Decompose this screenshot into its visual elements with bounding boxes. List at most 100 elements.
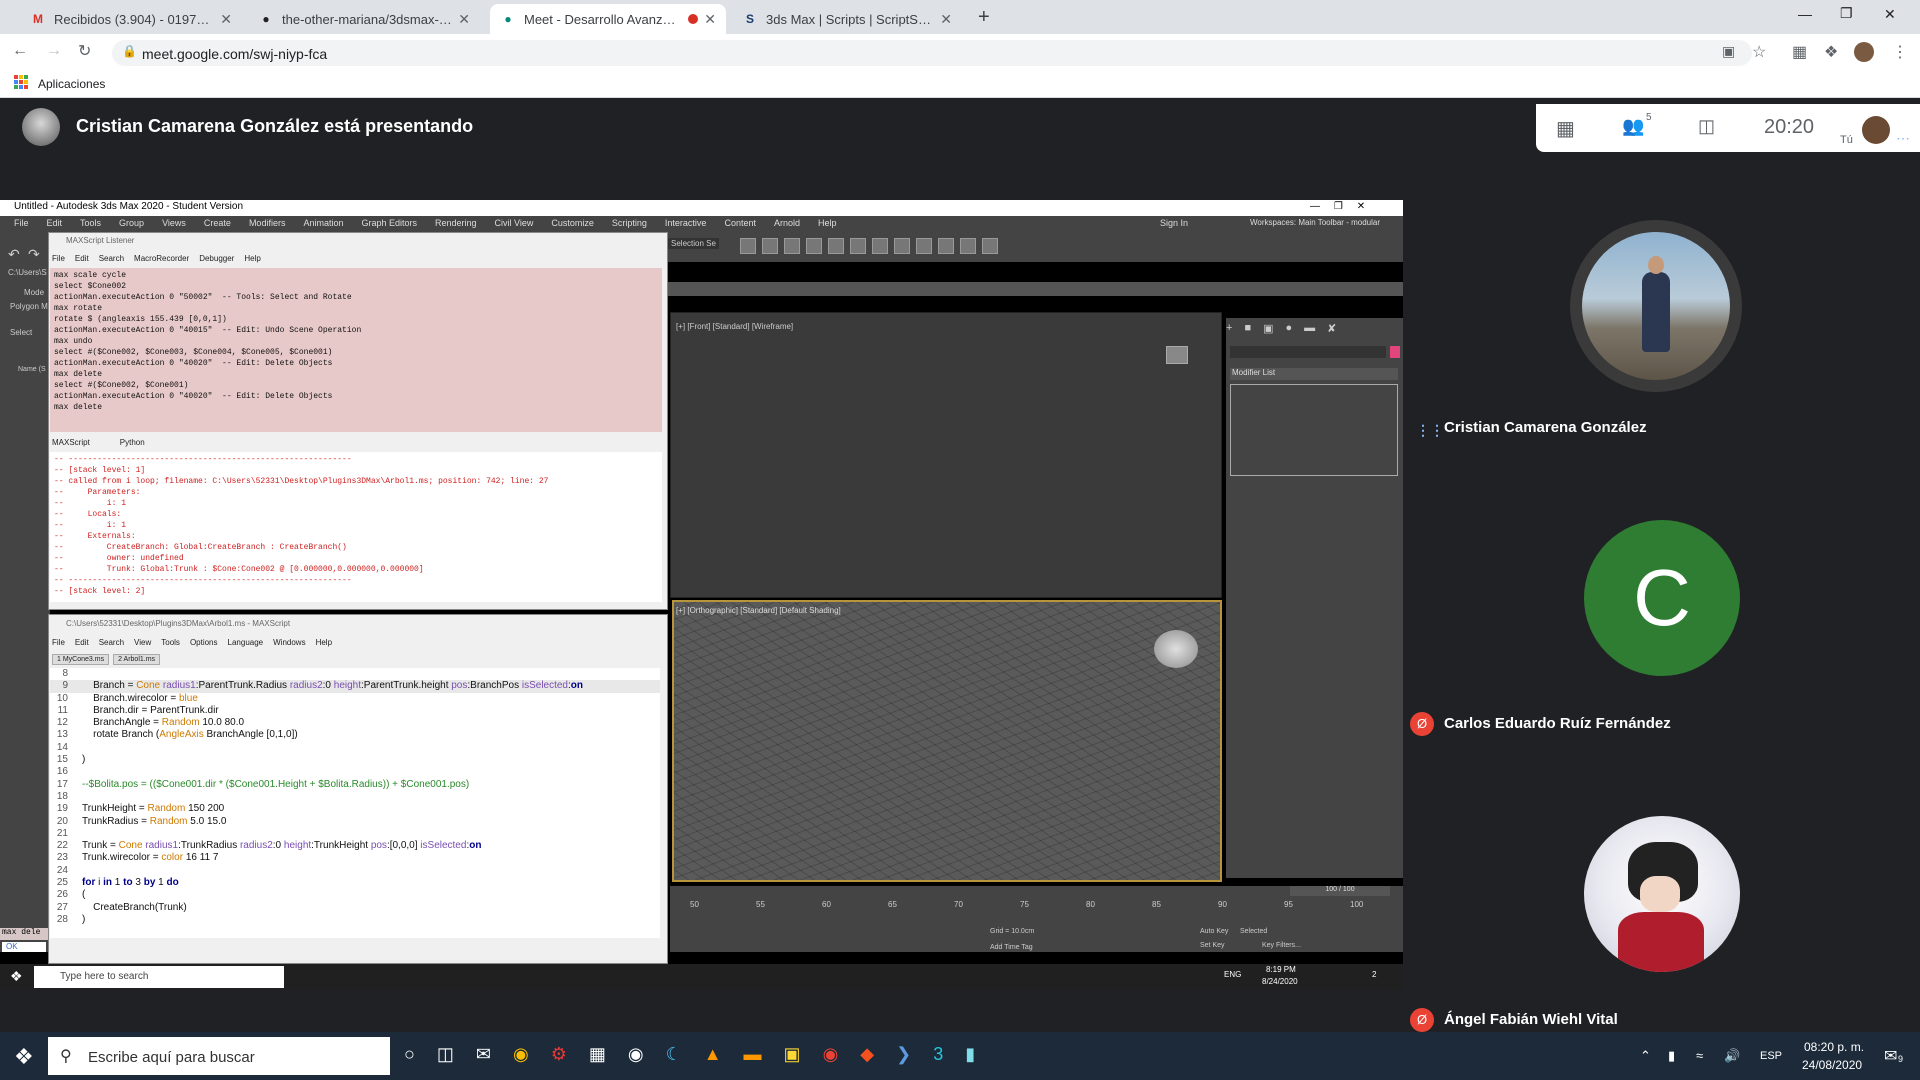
code-line[interactable]: 17 --$Bolita.pos = (($Cone001.dir * ($Con… bbox=[50, 779, 660, 791]
camera-icon[interactable]: ▣ bbox=[1722, 43, 1735, 60]
code-line[interactable]: 23 Trunk.wirecolor = color 16 11 7 bbox=[50, 852, 660, 864]
editor-menu-item[interactable]: Tools bbox=[161, 638, 180, 647]
code-line[interactable]: 21 bbox=[50, 828, 660, 840]
app-icon[interactable]: ◉ bbox=[628, 1044, 644, 1065]
editor-menu-item[interactable]: Help bbox=[316, 638, 332, 647]
editor-menu-item[interactable]: Edit bbox=[75, 638, 89, 647]
viewport-perspective[interactable] bbox=[672, 600, 1222, 882]
code-line[interactable]: 11 Branch.dir = ParentTrunk.dir bbox=[50, 705, 660, 717]
toolbar-icon[interactable] bbox=[872, 238, 888, 254]
extensions-puzzle-icon[interactable]: ❖ bbox=[1824, 42, 1838, 62]
apps-grid-icon[interactable] bbox=[14, 75, 28, 89]
max-menu-item[interactable]: File bbox=[14, 218, 29, 228]
profile-avatar[interactable] bbox=[1854, 42, 1874, 62]
key-filters-button[interactable]: Key Filters... bbox=[1262, 942, 1301, 949]
forward-icon[interactable]: → bbox=[46, 42, 62, 60]
max-window-controls[interactable]: — ❐ ✕ bbox=[1310, 201, 1365, 212]
code-line[interactable]: 12 BranchAngle = Random 10.0 80.0 bbox=[50, 717, 660, 729]
code-line[interactable]: 10 Branch.wirecolor = blue bbox=[50, 693, 660, 705]
add-time-tag[interactable]: Add Time Tag bbox=[990, 944, 1033, 951]
editor-file-tab[interactable]: 2 Arbol1.ms bbox=[113, 654, 161, 665]
editor-menu-item[interactable]: Language bbox=[228, 638, 264, 647]
max-menu-item[interactable]: Graph Editors bbox=[361, 218, 417, 228]
host-search-text[interactable]: Escribe aquí para buscar bbox=[88, 1049, 255, 1066]
volume-icon[interactable]: 🔊 bbox=[1724, 1048, 1740, 1064]
code-line[interactable]: 26 ( bbox=[50, 889, 660, 901]
browser-tab[interactable]: ● the-other-mariana/3dsmax-plug ✕ bbox=[248, 4, 480, 34]
close-window-button[interactable]: ✕ bbox=[1884, 6, 1896, 23]
undo-icon[interactable]: ↶ bbox=[8, 246, 20, 263]
editor-menu-item[interactable]: File bbox=[52, 638, 65, 647]
maximize-button[interactable]: ❐ bbox=[1840, 5, 1853, 22]
wifi-icon[interactable]: ≈ bbox=[1696, 1048, 1703, 1063]
listener-menu-item[interactable]: Debugger bbox=[199, 254, 234, 263]
code-editor[interactable]: 89 Branch = Cone radius1:ParentTrunk.Rad… bbox=[50, 668, 660, 938]
listener-menu-item[interactable]: Help bbox=[244, 254, 260, 263]
host-date[interactable]: 24/08/2020 bbox=[1802, 1058, 1862, 1072]
display-tab-icon[interactable]: ▬ bbox=[1304, 322, 1315, 335]
max-menu-item[interactable]: Civil View bbox=[495, 218, 534, 228]
extension-grid-icon[interactable]: ▦ bbox=[1792, 42, 1807, 62]
layout-grid-icon[interactable]: ▦ bbox=[1556, 116, 1575, 141]
object-name-field[interactable] bbox=[1230, 346, 1386, 358]
app-icon[interactable]: ⚙ bbox=[551, 1044, 567, 1065]
viewport-front-label[interactable]: [+] [Front] [Standard] [Wireframe] bbox=[676, 322, 793, 331]
bookmark-star-icon[interactable]: ☆ bbox=[1752, 42, 1766, 62]
editor-file-tab[interactable]: 1 MyCone3.ms bbox=[52, 654, 110, 665]
modifier-stack[interactable] bbox=[1230, 384, 1398, 476]
app-icon[interactable]: ▦ bbox=[589, 1044, 606, 1065]
timeline-ticks[interactable]: 50 55 60 65 70 75 80 85 90 95 100 bbox=[690, 900, 1390, 914]
listener-tab[interactable]: MAXScript bbox=[52, 438, 90, 447]
reload-icon[interactable]: ↻ bbox=[78, 41, 91, 61]
editor-menu-item[interactable]: View bbox=[134, 638, 151, 647]
url-text[interactable]: meet.google.com/swj-niyp-fca bbox=[142, 46, 327, 62]
toolbar-icon[interactable] bbox=[740, 238, 756, 254]
chrome-icon[interactable]: ◉ bbox=[513, 1044, 529, 1065]
code-line[interactable]: 24 bbox=[50, 865, 660, 877]
close-tab-icon[interactable]: ✕ bbox=[220, 11, 232, 28]
code-line[interactable]: 16 bbox=[50, 766, 660, 778]
close-tab-icon[interactable]: ✕ bbox=[940, 11, 952, 28]
chat-icon[interactable]: ◫ bbox=[1698, 116, 1715, 137]
max-menu-item[interactable]: Modifiers bbox=[249, 218, 286, 228]
set-key-button[interactable]: Set Key bbox=[1200, 942, 1225, 949]
max-menu-item[interactable]: Edit bbox=[47, 218, 63, 228]
code-line[interactable]: 28) bbox=[50, 914, 660, 926]
close-tab-icon[interactable]: ✕ bbox=[458, 11, 470, 28]
max-menu-item[interactable]: Help bbox=[818, 218, 837, 228]
redo-icon[interactable]: ↷ bbox=[28, 246, 40, 263]
listener-tab[interactable]: Python bbox=[120, 438, 145, 447]
inner-search-box[interactable]: Type here to search bbox=[34, 966, 284, 988]
workspace-select[interactable]: Workspaces: Main Toolbar - modular bbox=[1250, 218, 1380, 227]
max-menu-item[interactable]: Scripting bbox=[612, 218, 647, 228]
object-color-swatch[interactable] bbox=[1390, 346, 1400, 358]
listener-menu-item[interactable]: MacroRecorder bbox=[134, 254, 189, 263]
toolbar-icon[interactable] bbox=[806, 238, 822, 254]
tray-chevron-icon[interactable]: ⌃ bbox=[1640, 1048, 1651, 1064]
vlc-icon[interactable]: ▲ bbox=[704, 1044, 722, 1065]
selected-dropdown[interactable]: Selected bbox=[1240, 928, 1267, 935]
chrome-icon[interactable]: ◉ bbox=[823, 1044, 839, 1065]
code-line[interactable]: 20 TrunkRadius = Random 5.0 15.0 bbox=[50, 816, 660, 828]
modifier-list-dropdown[interactable]: Modifier List bbox=[1230, 368, 1398, 380]
sign-in-link[interactable]: Sign In bbox=[1160, 218, 1188, 228]
viewcube-icon[interactable] bbox=[1154, 630, 1198, 668]
code-line[interactable]: 18 bbox=[50, 791, 660, 803]
utilities-tab-icon[interactable]: ✘ bbox=[1327, 322, 1336, 335]
viewcube-icon[interactable] bbox=[1166, 346, 1188, 364]
toolbar-icon[interactable] bbox=[894, 238, 910, 254]
code-line[interactable]: 14 bbox=[50, 742, 660, 754]
code-line[interactable]: 15) bbox=[50, 754, 660, 766]
max-menu-item[interactable]: Interactive bbox=[665, 218, 707, 228]
file-explorer-icon[interactable]: ▣ bbox=[784, 1044, 801, 1065]
toolbar-icon[interactable] bbox=[960, 238, 976, 254]
toolbar-icon[interactable] bbox=[982, 238, 998, 254]
more-options-icon[interactable]: ⋯ bbox=[1896, 130, 1910, 147]
max-menu-item[interactable]: Tools bbox=[80, 218, 101, 228]
notification-icon[interactable]: ✉ bbox=[1884, 1046, 1897, 1066]
people-icon[interactable]: 👥 bbox=[1622, 116, 1644, 137]
editor-menu-item[interactable]: Options bbox=[190, 638, 218, 647]
code-line[interactable]: 27 CreateBranch(Trunk) bbox=[50, 902, 660, 914]
windows-start-icon[interactable]: ❖ bbox=[10, 968, 23, 985]
max-menu-item[interactable]: Content bbox=[724, 218, 756, 228]
